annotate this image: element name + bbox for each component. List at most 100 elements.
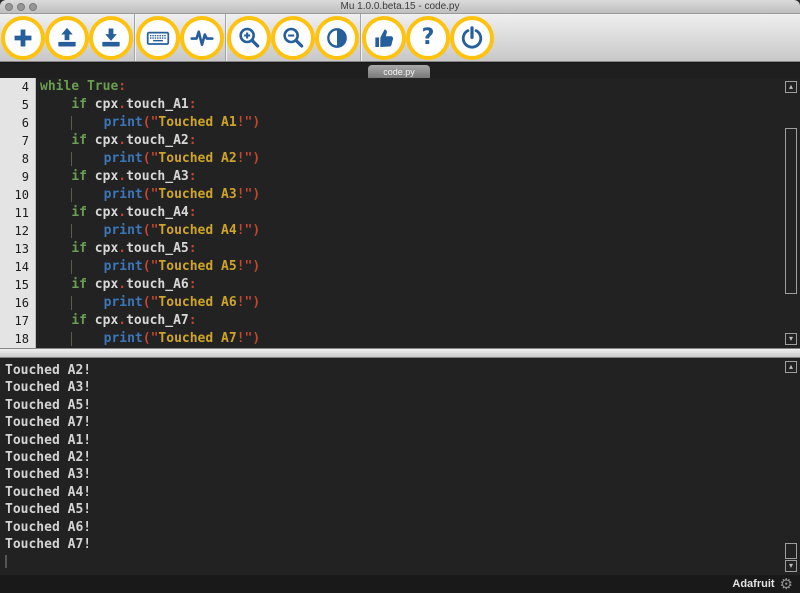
token-str: Touched A5	[158, 259, 236, 274]
editor-scrollbar-thumb[interactable]	[785, 128, 797, 294]
token-id	[40, 169, 71, 184]
token-punc: !")	[237, 115, 260, 130]
gear-icon[interactable]: ⚙	[780, 577, 793, 592]
contrast-icon	[324, 25, 350, 51]
console-line: Touched A6!	[5, 519, 784, 536]
token-id: touch_A3	[126, 169, 189, 184]
upload-icon	[54, 25, 80, 51]
tab-bar: code.py	[0, 62, 800, 78]
line-number: 16	[0, 294, 29, 312]
token-id: touch_A5	[126, 241, 189, 256]
line-number: 6	[0, 114, 29, 132]
token-punc: :	[118, 79, 126, 94]
token-punc: .	[118, 97, 126, 112]
window-title: Mu 1.0.0.beta.15 - code.py	[0, 0, 800, 13]
plus-icon	[10, 25, 36, 51]
token-id: touch_A6	[126, 277, 189, 292]
token-punc: .	[118, 241, 126, 256]
console-scrollbar[interactable]: ▴ ▾	[784, 358, 798, 575]
console-line: Touched A5!	[5, 397, 784, 414]
token-punc: !")	[237, 259, 260, 274]
toolbar-group-1	[0, 14, 135, 61]
code-line: if cpx.touch_A3:	[40, 168, 800, 186]
token-punc: !")	[237, 151, 260, 166]
code-line: if cpx.touch_A4:	[40, 204, 800, 222]
toolbar-plotter-button[interactable]	[180, 16, 224, 60]
console-scroll-up-button[interactable]: ▴	[785, 361, 797, 373]
token-id	[72, 115, 103, 130]
token-id	[40, 151, 71, 166]
token-id: cpx	[87, 133, 118, 148]
token-id: touch_A1	[126, 97, 189, 112]
line-number: 15	[0, 276, 29, 294]
token-punc: :	[189, 205, 197, 220]
token-punc: .	[118, 133, 126, 148]
toolbar-quit-button[interactable]	[450, 16, 494, 60]
token-id: touch_A7	[126, 313, 189, 328]
code-line: if cpx.touch_A5:	[40, 240, 800, 258]
toolbar-help-button[interactable]: ?	[406, 16, 450, 60]
token-punc: .	[118, 169, 126, 184]
toolbar-zoom-in-button[interactable]	[227, 16, 271, 60]
token-punc: ("	[143, 115, 159, 130]
console-cursor-line	[5, 553, 784, 570]
code-line: if cpx.touch_A6:	[40, 276, 800, 294]
toolbar-zoom-out-button[interactable]	[271, 16, 315, 60]
editor-scroll-down-button[interactable]: ▾	[785, 333, 797, 345]
token-str: Touched A7	[158, 331, 236, 346]
console-output: Touched A2!Touched A3!Touched A5!Touched…	[5, 362, 784, 571]
token-str: Touched A1	[158, 115, 236, 130]
console-scroll-down-button[interactable]: ▾	[785, 560, 797, 572]
token-id	[40, 331, 71, 346]
token-id	[40, 313, 71, 328]
titlebar[interactable]: Mu 1.0.0.beta.15 - code.py	[0, 0, 800, 14]
console-line: Touched A2!	[5, 449, 784, 466]
console-line: Touched A5!	[5, 501, 784, 518]
token-punc: ("	[143, 223, 159, 238]
line-number: 5	[0, 96, 29, 114]
editor-scroll-up-button[interactable]: ▴	[785, 81, 797, 93]
pane-splitter[interactable]	[0, 348, 800, 358]
magnifier-plus-icon	[236, 25, 262, 51]
toolbar-save-button[interactable]	[89, 16, 133, 60]
token-id: touch_A2	[126, 133, 189, 148]
toolbar-group-4: ?	[361, 14, 495, 61]
toolbar-check-button[interactable]	[362, 16, 406, 60]
token-str: Touched A6	[158, 295, 236, 310]
console-scrollbar-thumb[interactable]	[785, 543, 797, 559]
token-id	[40, 241, 71, 256]
toolbar-serial-button[interactable]	[136, 16, 180, 60]
code-line: if cpx.touch_A1:	[40, 96, 800, 114]
code-editor[interactable]: 456789101112131415161718 while True: if …	[0, 78, 800, 348]
minimize-window-button[interactable]	[17, 3, 25, 11]
token-punc: !")	[237, 295, 260, 310]
token-punc: :	[189, 313, 197, 328]
zoom-window-button[interactable]	[29, 3, 37, 11]
toolbar-group-2	[135, 14, 226, 61]
editor-scrollbar[interactable]: ▴ ▾	[784, 78, 798, 348]
keyboard-icon	[145, 25, 171, 51]
tab-code-py[interactable]: code.py	[368, 65, 430, 79]
code-area[interactable]: while True: if cpx.touch_A1: print("Touc…	[36, 78, 800, 348]
toolbar-new-button[interactable]	[1, 16, 45, 60]
code-line: print("Touched A6!")	[40, 294, 800, 312]
token-id: cpx	[87, 313, 118, 328]
close-window-button[interactable]	[5, 3, 13, 11]
mu-window: Mu 1.0.0.beta.15 - code.py ? code.py 456…	[0, 0, 800, 593]
token-kw: while	[40, 79, 79, 94]
console-line: Touched A3!	[5, 379, 784, 396]
toolbar-theme-button[interactable]	[315, 16, 359, 60]
toolbar-load-button[interactable]	[45, 16, 89, 60]
line-number: 17	[0, 312, 29, 330]
token-punc: :	[189, 241, 197, 256]
token-id	[40, 259, 71, 274]
token-id	[40, 133, 71, 148]
token-str: Touched A4	[158, 223, 236, 238]
token-punc: :	[189, 97, 197, 112]
line-number: 4	[0, 78, 29, 96]
serial-console[interactable]: Touched A2!Touched A3!Touched A5!Touched…	[0, 358, 800, 575]
code-line: while True:	[40, 78, 800, 96]
token-id	[72, 151, 103, 166]
magnifier-minus-icon	[280, 25, 306, 51]
token-id	[40, 223, 71, 238]
